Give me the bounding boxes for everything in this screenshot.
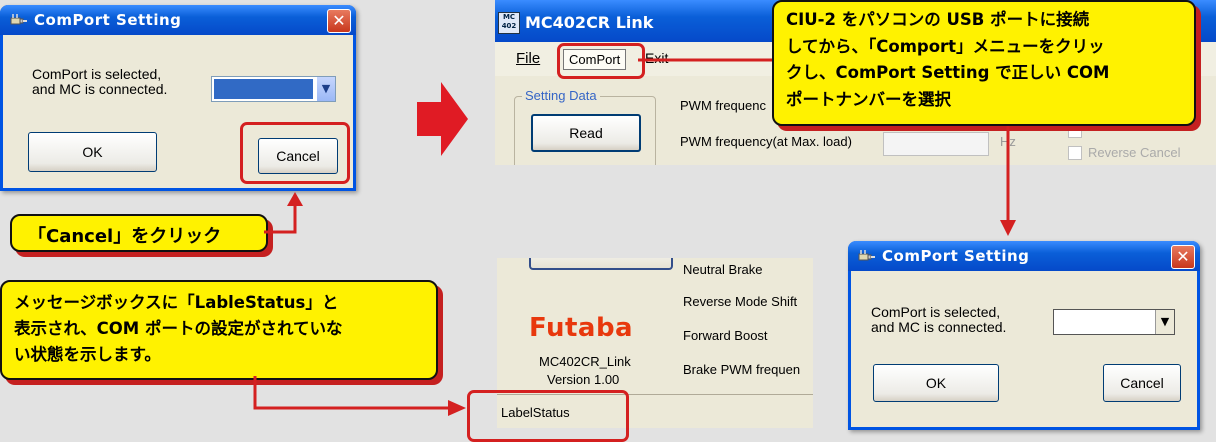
- status-callout: メッセージボックスに「LableStatus」と 表示され、COM ポートの設定…: [0, 280, 438, 380]
- comport-callout: CIU-2 をパソコンの USB ポートに接続 してから、「Comport」メニ…: [772, 0, 1196, 126]
- comport-dialog-2: ComPort Setting ✕ ComPort is selected, a…: [848, 241, 1200, 430]
- pwm-frequency-max-label: PWM frequency(at Max. load): [680, 134, 852, 149]
- app-icon: MC 402: [498, 12, 520, 34]
- status-note-line-2: 表示され、COM ポートの設定がされていな: [14, 319, 343, 338]
- neutral-brake-label: Neutral Brake: [683, 262, 763, 277]
- cancel-button[interactable]: Cancel: [1103, 364, 1181, 402]
- comport-callout-text: CIU-2 をパソコンの USB ポートに接続 してから、「Comport」メニ…: [786, 7, 1109, 113]
- message-line-1: ComPort is selected,: [871, 304, 1001, 320]
- message-line-2: and MC is connected.: [871, 319, 1007, 335]
- close-icon[interactable]: ✕: [327, 9, 351, 33]
- plug-icon: [858, 250, 875, 261]
- message-line-2: and MC is connected.: [32, 81, 168, 97]
- dialog-title: ComPort Setting: [882, 247, 1030, 265]
- message-line-1: ComPort is selected,: [32, 66, 162, 82]
- plug-icon: [10, 14, 27, 25]
- comport-select[interactable]: ▼: [211, 76, 336, 102]
- comport-connector-line: [638, 58, 774, 62]
- cancel-callout: 「Cancel」をクリック: [10, 214, 268, 252]
- chevron-down-icon[interactable]: ▼: [1155, 310, 1174, 334]
- dialog-message: ComPort is selected, and MC is connected…: [32, 67, 167, 97]
- close-icon[interactable]: ✕: [1171, 245, 1195, 269]
- comport-note-line-2: してから、「Comport」メニューをクリッ: [786, 36, 1105, 56]
- brake-pwm-label: Brake PWM frequen: [683, 362, 801, 377]
- dialog-message: ComPort is selected, and MC is connected…: [871, 305, 1006, 335]
- cancel-highlight: [240, 122, 350, 184]
- comport-menu-highlight: [557, 43, 645, 79]
- dialog-title: ComPort Setting: [34, 11, 182, 29]
- status-note-line-3: い状態を示します。: [14, 345, 161, 364]
- setting-data-label: Setting Data: [522, 88, 600, 103]
- button-partial[interactable]: [529, 258, 673, 270]
- status-highlight: [467, 390, 629, 442]
- chevron-down-icon[interactable]: ▼: [316, 77, 335, 101]
- checkbox-partial[interactable]: [1068, 124, 1082, 138]
- version-label: Version 1.00: [547, 372, 620, 387]
- comport-note-line-1: CIU-2 をパソコンの USB ポートに接続: [786, 10, 1090, 29]
- ok-button[interactable]: OK: [28, 132, 157, 172]
- product-name: MC402CR_Link: [539, 354, 631, 369]
- reverse-cancel-label: Reverse Cancel: [1088, 145, 1181, 160]
- pwm-frequency-label: PWM frequenc: [680, 98, 766, 113]
- ok-button[interactable]: OK: [873, 364, 999, 402]
- selected-highlight: [214, 79, 313, 99]
- app-title: MC402CR Link: [525, 13, 654, 32]
- down-connector-arrow: [1000, 126, 1016, 236]
- status-note-line-1: メッセージボックスに「LableStatus」と: [14, 293, 339, 312]
- cancel-connector-arrow: [264, 192, 303, 234]
- reverse-cancel-checkbox[interactable]: [1068, 146, 1082, 160]
- forward-boost-label: Forward Boost: [683, 328, 768, 343]
- pwm-spinner[interactable]: [883, 132, 989, 156]
- comport-note-line-4: ポートナンバーを選択: [786, 89, 951, 109]
- comport-note-line-3: クし、ComPort Setting で正しい COM: [786, 63, 1110, 82]
- dialog-titlebar: ComPort Setting ✕: [848, 241, 1200, 271]
- futaba-logo: Futaba: [529, 313, 634, 343]
- status-connector-arrow: [253, 376, 466, 416]
- right-arrow-icon: [417, 82, 468, 156]
- menu-file[interactable]: File: [516, 50, 540, 67]
- cancel-callout-text: 「Cancel」をクリック: [28, 226, 222, 247]
- comport-select[interactable]: ▼: [1053, 309, 1175, 335]
- dialog-titlebar: ComPort Setting ✕: [0, 5, 356, 35]
- read-button[interactable]: Read: [531, 114, 641, 152]
- reverse-mode-shift-label: Reverse Mode Shift: [683, 294, 798, 309]
- status-callout-text: メッセージボックスに「LableStatus」と 表示され、COM ポートの設定…: [14, 290, 342, 368]
